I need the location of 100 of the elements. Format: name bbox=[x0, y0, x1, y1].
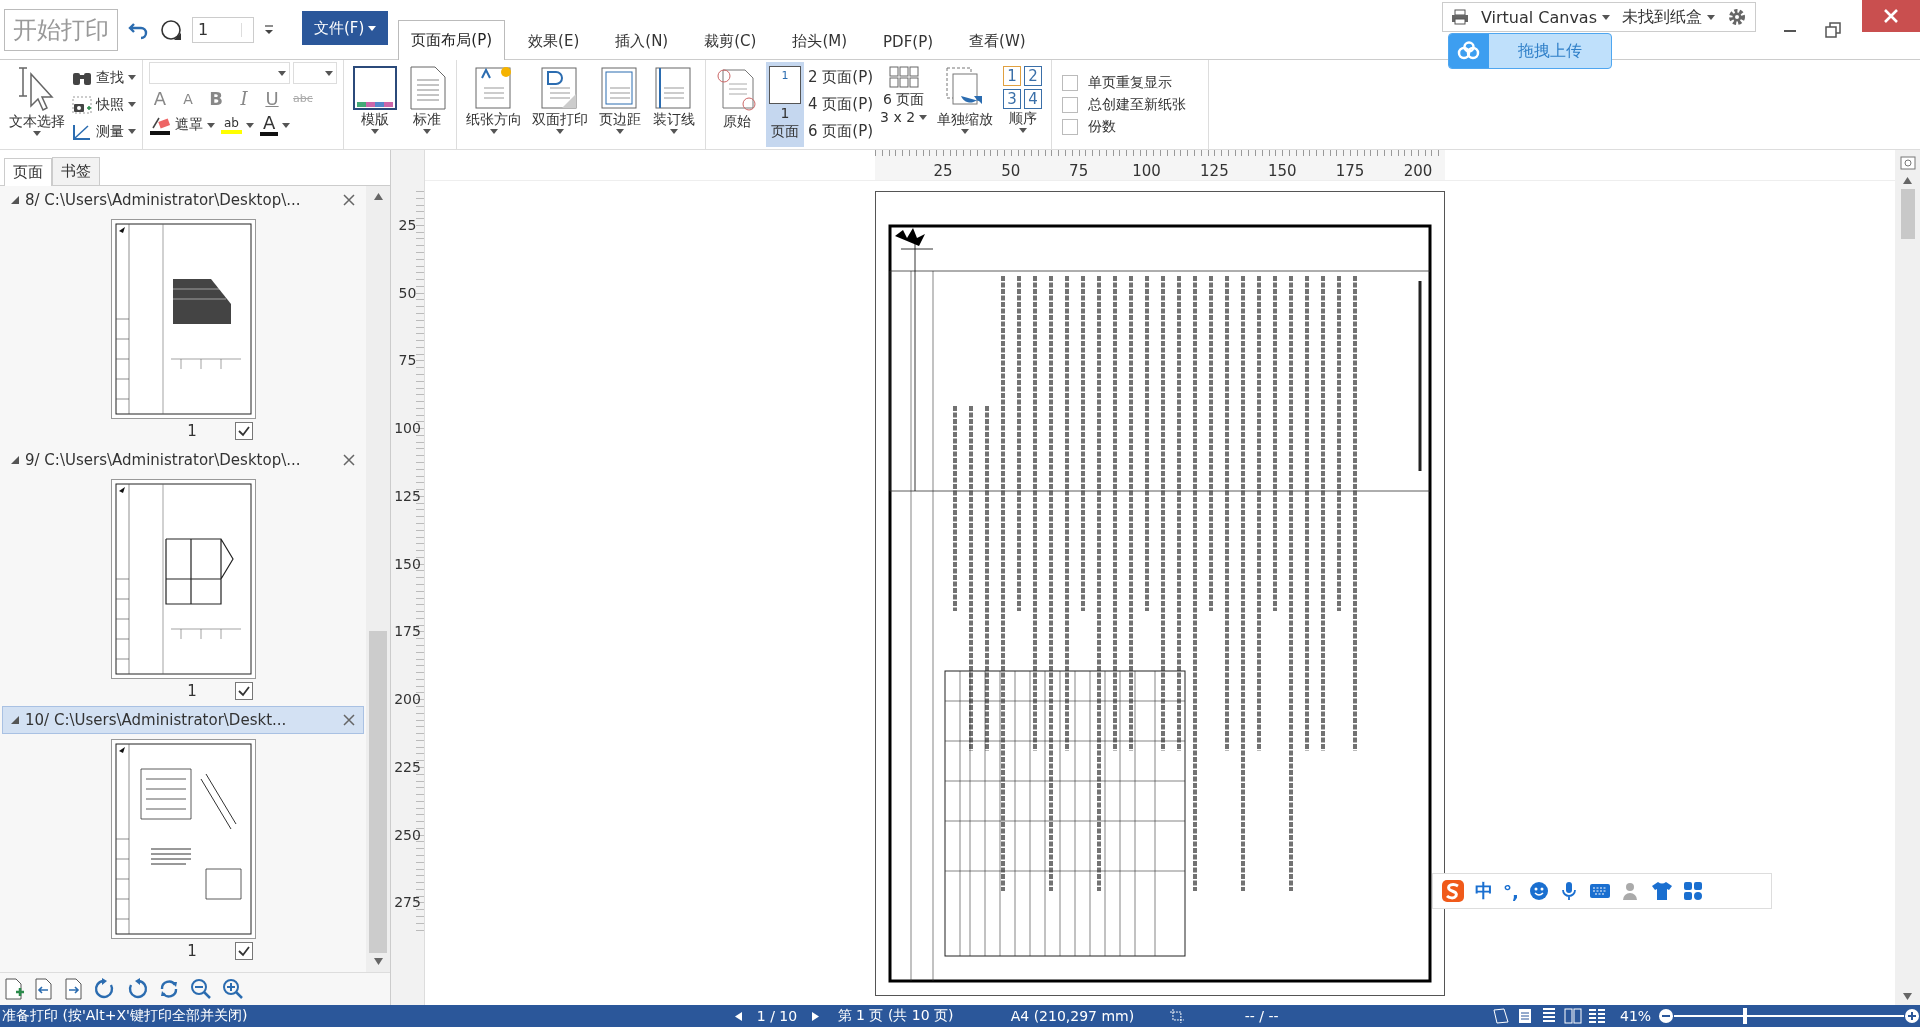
text-select-button[interactable]: 文本选择 bbox=[6, 62, 68, 147]
ribbon-tab[interactable]: 插入(N) bbox=[602, 23, 682, 59]
up-arrow-icon[interactable] bbox=[373, 192, 383, 201]
zoom-in-icon[interactable] bbox=[1904, 1008, 1920, 1024]
punctuation-toggle[interactable]: °, bbox=[1503, 880, 1519, 902]
import-page-icon[interactable] bbox=[34, 978, 54, 1000]
smiley-icon[interactable] bbox=[1528, 881, 1549, 901]
font-style-button[interactable]: U bbox=[261, 88, 283, 109]
order-button[interactable]: 1 2 3 4 顺序 bbox=[1000, 62, 1046, 147]
input-mode-toggle[interactable]: 中 bbox=[1475, 879, 1493, 903]
paper-tray[interactable]: 未找到纸盒 bbox=[1622, 6, 1715, 28]
tool-button[interactable]: 快照 bbox=[72, 92, 136, 117]
template-button[interactable]: 标准 bbox=[404, 62, 450, 147]
scrollbar-thumb[interactable] bbox=[1900, 189, 1915, 239]
mask-button[interactable]: 遮罩 bbox=[149, 113, 215, 137]
restore-icon[interactable] bbox=[1824, 20, 1842, 39]
pages-per-sheet-button[interactable]: 6 页面(P) bbox=[808, 119, 874, 144]
customize-dropdown-icon[interactable] bbox=[264, 23, 274, 36]
panel-tab[interactable]: 书签 bbox=[52, 157, 100, 185]
multi-page-view-icon[interactable] bbox=[1588, 1008, 1606, 1024]
file-item[interactable]: 10/ C:\Users\Administrator\Deskt... bbox=[2, 706, 364, 734]
rotate-left-icon[interactable] bbox=[126, 978, 148, 1000]
ribbon-tab[interactable]: 裁剪(C) bbox=[691, 23, 770, 59]
close-button[interactable] bbox=[1862, 0, 1920, 32]
circle-icon[interactable] bbox=[160, 18, 182, 41]
expand-triangle-icon[interactable] bbox=[11, 456, 19, 464]
pages-per-sheet-button[interactable]: 4 页面(P) bbox=[808, 92, 874, 117]
paper-layout-button[interactable]: 页边距 bbox=[595, 62, 645, 147]
ribbon-tab[interactable]: 效果(E) bbox=[515, 23, 593, 59]
paper-layout-button[interactable]: 装订线 bbox=[649, 62, 699, 147]
ribbon-tab[interactable]: 抬头(M) bbox=[779, 23, 861, 59]
highlight-button[interactable]: ab bbox=[221, 113, 254, 137]
font-style-button[interactable]: A bbox=[177, 90, 199, 107]
two-page-view-icon[interactable] bbox=[1564, 1008, 1582, 1024]
font-color-button[interactable]: A bbox=[260, 113, 291, 137]
close-icon[interactable] bbox=[343, 714, 355, 726]
page-checkbox[interactable] bbox=[234, 942, 253, 960]
paper-layout-button[interactable]: 双面打印 bbox=[529, 62, 591, 147]
paper-layout-button[interactable]: 纸张方向 bbox=[463, 62, 525, 147]
panel-tab[interactable]: 页面 bbox=[4, 158, 52, 186]
refresh-icon[interactable] bbox=[158, 978, 180, 1000]
close-icon[interactable] bbox=[343, 194, 355, 206]
one-page-button[interactable]: 1 1 页面 bbox=[766, 62, 804, 147]
expand-triangle-icon[interactable] bbox=[11, 196, 19, 204]
apps-icon[interactable] bbox=[1682, 881, 1703, 901]
zoom-slider-thumb[interactable] bbox=[1743, 1008, 1747, 1024]
expand-triangle-icon[interactable] bbox=[11, 716, 19, 724]
font-style-button[interactable]: B bbox=[205, 88, 227, 109]
close-icon[interactable] bbox=[343, 454, 355, 466]
scrollbar[interactable] bbox=[366, 186, 390, 972]
page-thumbnail[interactable] bbox=[110, 479, 256, 679]
font-style-button[interactable]: A bbox=[149, 88, 171, 109]
input-method-logo-icon[interactable] bbox=[1441, 879, 1465, 903]
file-menu-button[interactable]: 文件(F) bbox=[302, 11, 389, 45]
input-method-toolbar[interactable]: 中 °, bbox=[1432, 873, 1772, 909]
settings-icon[interactable] bbox=[1727, 7, 1747, 27]
single-page-view-icon[interactable] bbox=[1516, 1008, 1534, 1024]
up-arrow-icon[interactable] bbox=[1903, 176, 1912, 185]
add-page-icon[interactable] bbox=[4, 978, 24, 1000]
tool-button[interactable]: 测量 bbox=[72, 119, 136, 144]
template-button[interactable]: 模版 bbox=[350, 62, 400, 147]
continuous-view-icon[interactable] bbox=[1540, 1008, 1558, 1024]
page-thumbnail[interactable] bbox=[110, 219, 256, 419]
printer-selector[interactable]: Virtual Canvas 未找到纸盒 bbox=[1441, 2, 1756, 32]
page-thumbnail[interactable] bbox=[110, 739, 256, 939]
zoom-in-icon[interactable] bbox=[222, 978, 244, 1000]
left-arrow-icon[interactable] bbox=[733, 1011, 743, 1021]
down-arrow-icon[interactable] bbox=[1903, 992, 1912, 1001]
tool-button[interactable]: 查找 bbox=[72, 65, 136, 90]
file-item[interactable]: 8/ C:\Users\Administrator\Desktop\... bbox=[2, 186, 364, 214]
export-page-icon[interactable] bbox=[64, 978, 84, 1000]
right-arrow-icon[interactable] bbox=[811, 1011, 821, 1021]
font-name-field[interactable] bbox=[149, 62, 291, 84]
option-checkbox[interactable]: 单页重复显示 bbox=[1062, 73, 1203, 92]
shirt-icon[interactable] bbox=[1650, 881, 1673, 901]
file-item[interactable]: 9/ C:\Users\Administrator\Desktop\... bbox=[2, 446, 364, 474]
option-checkbox[interactable]: 份数 bbox=[1062, 117, 1203, 136]
scrollbar-thumb[interactable] bbox=[369, 631, 387, 953]
zoom-out-icon[interactable] bbox=[1658, 1008, 1674, 1024]
pages-per-sheet-button[interactable]: 2 页面(P) bbox=[808, 65, 874, 90]
book-view-icon[interactable] bbox=[1492, 1008, 1510, 1024]
ribbon-tab[interactable]: 页面布局(P) bbox=[398, 20, 506, 60]
scale-button[interactable]: 单独缩放 bbox=[934, 62, 997, 147]
ribbon-tab[interactable]: 查看(W) bbox=[956, 23, 1039, 59]
page-checkbox[interactable] bbox=[234, 422, 253, 440]
copies-field[interactable]: 1 bbox=[192, 16, 254, 43]
six-pages-button[interactable]: 6 页面 3 x 2 bbox=[877, 62, 931, 147]
font-size-field[interactable] bbox=[293, 62, 337, 84]
original-size-button[interactable]: 原始 bbox=[712, 62, 762, 147]
corner-icon[interactable] bbox=[1899, 156, 1916, 170]
zoom-out-icon[interactable] bbox=[190, 978, 212, 1000]
rotate-right-icon[interactable] bbox=[94, 978, 116, 1000]
font-style-button[interactable]: I bbox=[233, 88, 255, 109]
printer-name[interactable]: Virtual Canvas bbox=[1480, 7, 1610, 27]
crop-icon[interactable] bbox=[1168, 1008, 1185, 1024]
page-checkbox[interactable] bbox=[234, 682, 253, 700]
keyboard-icon[interactable] bbox=[1588, 882, 1611, 900]
down-arrow-icon[interactable] bbox=[373, 957, 383, 966]
ribbon-tab[interactable]: PDF(P) bbox=[870, 23, 947, 59]
option-checkbox[interactable]: 总创建至新纸张 bbox=[1062, 95, 1203, 114]
